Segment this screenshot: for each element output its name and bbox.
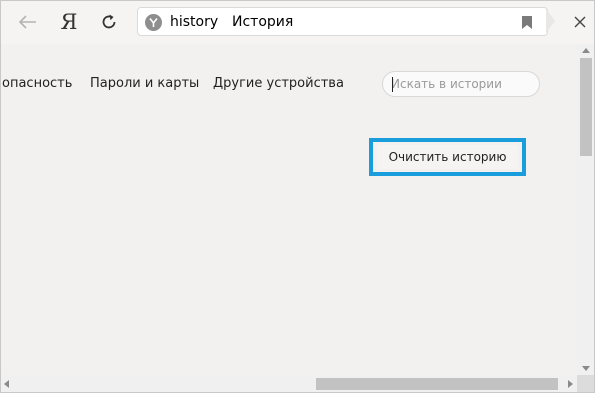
history-search-input[interactable] — [391, 74, 529, 94]
scroll-right-icon[interactable] — [568, 380, 573, 388]
clear-history-button[interactable]: Очистить историю — [377, 145, 518, 169]
window-frame — [0, 0, 595, 393]
text-caret — [392, 77, 393, 92]
close-tab-button[interactable] — [566, 8, 594, 36]
yandex-button[interactable]: Я — [55, 8, 83, 36]
horizontal-scrollbar[interactable] — [0, 375, 577, 393]
tab-security[interactable]: опасность — [2, 76, 72, 91]
history-search[interactable] — [382, 71, 540, 97]
scroll-down-icon[interactable] — [582, 366, 590, 371]
reload-icon — [102, 14, 116, 29]
tab-passwords-cards[interactable]: Пароли и карты — [90, 76, 199, 91]
back-button[interactable] — [14, 8, 42, 36]
address-bar[interactable]: history История — [137, 7, 548, 36]
yandex-browser-icon — [145, 14, 162, 31]
vertical-scroll-thumb[interactable] — [580, 58, 592, 156]
address-page-title: История — [232, 14, 294, 30]
close-icon — [574, 16, 586, 28]
reload-button[interactable] — [95, 8, 123, 36]
address-bar-tip — [546, 9, 555, 33]
horizontal-scroll-thumb[interactable] — [316, 378, 558, 390]
browser-toolbar: Я history История — [0, 0, 595, 44]
scroll-left-icon[interactable] — [4, 380, 9, 388]
scroll-up-icon[interactable] — [582, 48, 590, 53]
bookmark-icon — [522, 16, 532, 29]
address-host: history — [170, 14, 219, 30]
vertical-scrollbar[interactable] — [577, 44, 595, 375]
bookmark-button[interactable] — [521, 15, 533, 34]
arrow-left-icon — [19, 15, 36, 29]
scrollbar-corner — [577, 375, 595, 393]
tab-other-devices[interactable]: Другие устройства — [213, 76, 344, 91]
